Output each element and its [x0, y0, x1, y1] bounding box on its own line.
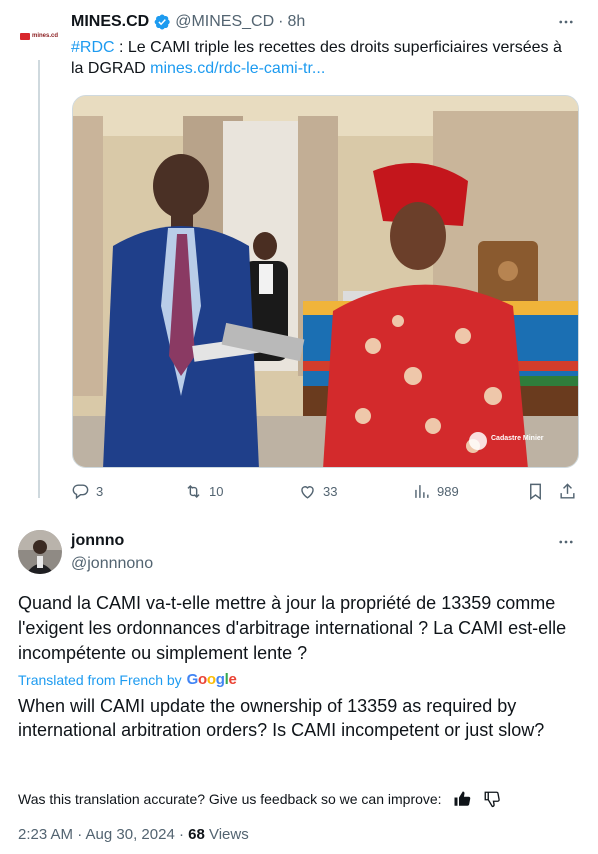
share-button[interactable] [558, 482, 583, 501]
account-avatar[interactable]: mines.cd [19, 22, 59, 50]
translation-attribution[interactable]: Translated from French by Google [18, 671, 237, 688]
parent-tweet[interactable]: mines.cd MINES.CD @MINES_CD · 8h #RDC : … [0, 0, 598, 512]
bookmark-button[interactable] [526, 482, 551, 501]
repost-button[interactable]: 10 [184, 482, 223, 501]
views-icon [415, 485, 429, 498]
view-count: 989 [437, 484, 459, 499]
share-icon [560, 483, 575, 499]
google-logo: Google [186, 671, 237, 688]
tweet-timestamp[interactable]: 2:23 AM · Aug 30, 2024 · [18, 826, 188, 843]
translated-label: Translated from French by [18, 671, 182, 688]
thumbs-down-icon [484, 791, 500, 808]
reply-more-options-button[interactable] [556, 532, 576, 552]
reply-count: 3 [96, 484, 104, 499]
like-icon [301, 486, 314, 499]
verified-badge-icon [154, 14, 170, 30]
avatar[interactable] [18, 530, 62, 574]
bookmark-icon [530, 483, 541, 501]
like-button[interactable]: 33 [298, 482, 337, 501]
tweet-photo[interactable]: Cadastre Minier [72, 95, 579, 468]
repost-icon [187, 484, 200, 499]
feedback-prompt: Was this translation accurate? Give us f… [18, 791, 442, 807]
thumbs-up-button[interactable] [451, 788, 473, 810]
reply-icon [72, 484, 89, 500]
user-handle[interactable]: @jonnnono [71, 555, 153, 573]
like-count: 33 [323, 484, 338, 499]
tweet-actions: 3 10 33 989 [71, 482, 581, 504]
tweet-time[interactable]: 8h [287, 13, 305, 31]
views-label: Views [204, 826, 249, 843]
photo-scene: Cadastre Minier [73, 96, 578, 467]
reply-translated-text: When will CAMI update the ownership of 1… [18, 696, 545, 740]
more-icon [559, 20, 573, 24]
more-options-button[interactable] [556, 12, 576, 32]
tweet-text: #RDC : Le CAMI triple les recettes des d… [71, 37, 571, 79]
logo-mark-icon [19, 32, 30, 40]
photo-watermark: Cadastre Minier [491, 435, 544, 442]
account-handle[interactable]: @MINES_CD [175, 13, 274, 31]
avatar-logo-text: mines.cd [31, 33, 58, 39]
views-count: 68 [188, 826, 205, 843]
translation-feedback: Was this translation accurate? Give us f… [18, 788, 511, 810]
reply-button[interactable]: 3 [71, 482, 103, 501]
display-name[interactable]: jonnno [71, 532, 124, 550]
reply-original-text: Quand la CAMI va-t-elle mettre à jour la… [18, 593, 567, 663]
thumbs-down-button[interactable] [481, 788, 503, 810]
separator-dot: · [278, 13, 284, 30]
user-avatar-image [18, 530, 62, 574]
hashtag-link[interactable]: #RDC [71, 39, 115, 56]
thumbs-up-icon [454, 791, 470, 806]
views-button[interactable]: 989 [412, 482, 459, 501]
tweet-header: MINES.CD @MINES_CD · 8h [71, 13, 305, 31]
repost-count: 10 [209, 484, 224, 499]
tweet-metadata: 2:23 AM · Aug 30, 2024 · 68 Views [18, 826, 249, 843]
article-link[interactable]: mines.cd/rdc-le-cami-tr... [150, 60, 325, 77]
thread-connector-line [38, 60, 40, 498]
more-icon [559, 540, 573, 544]
account-name[interactable]: MINES.CD [71, 13, 149, 31]
